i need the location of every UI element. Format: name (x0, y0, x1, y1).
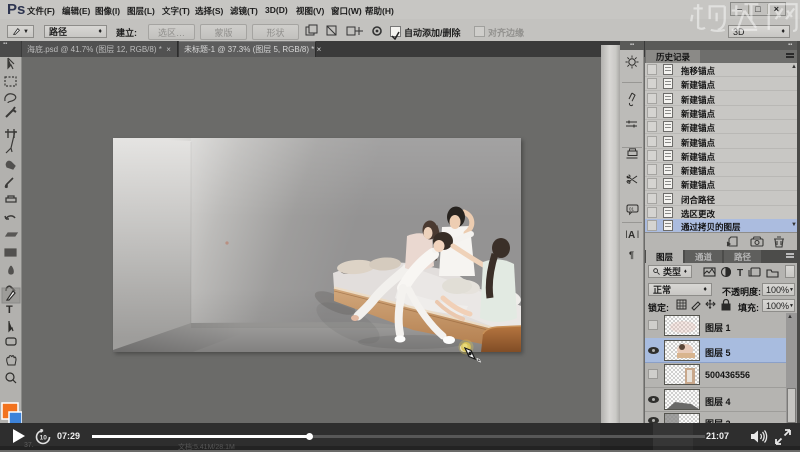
svg-text:10: 10 (40, 435, 48, 442)
svg-text:01: 01 (629, 207, 635, 212)
svg-text:¶: ¶ (629, 250, 634, 260)
svg-text:T: T (737, 268, 743, 278)
svg-text:A: A (628, 230, 635, 241)
svg-text:T: T (6, 304, 13, 316)
